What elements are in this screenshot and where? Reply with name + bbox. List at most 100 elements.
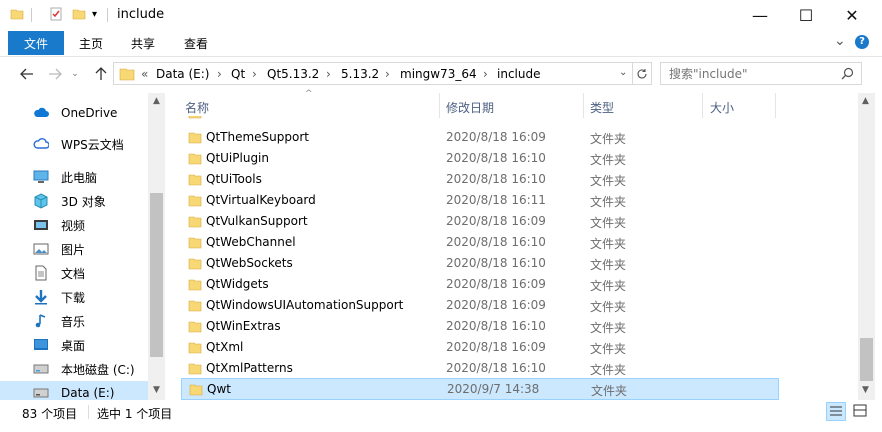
expand-ribbon-icon[interactable]: ⌄ [834,33,846,49]
forward-button[interactable] [45,64,65,84]
nav-item-drive-c[interactable]: 本地磁盘 (C:) [0,357,148,381]
file-name: QtWebSockets [206,256,293,270]
up-button[interactable] [91,64,111,84]
table-row[interactable]: QtUiPlugin 2020/8/18 16:10 文件夹 [181,148,779,169]
nav-label: 3D 对象 [61,194,106,209]
scroll-up-icon[interactable]: ▲ [862,96,869,106]
tab-file[interactable]: 文件 [8,31,64,55]
file-name: QtWindowsUIAutomationSupport [206,298,404,312]
breadcrumb-separator[interactable]: › [252,67,257,81]
new-folder-icon[interactable] [72,7,86,21]
file-type: 文件夹 [590,216,627,230]
maximize-button[interactable]: ☐ [783,0,829,31]
file-date: 2020/8/18 16:09 [446,130,546,144]
column-name[interactable]: 名称 [185,99,209,116]
address-dropdown-icon[interactable]: ⌄ [619,67,627,78]
table-row[interactable]: QtWebChannel 2020/8/18 16:10 文件夹 [181,232,779,253]
search-icon[interactable] [841,67,854,80]
file-type: 文件夹 [590,363,627,377]
document-icon [35,265,47,281]
navigation-pane: OneDrive WPS云文档 此电脑 3D 对象 视频 图片 文档 下载 音乐… [0,93,165,400]
large-icons-view-button[interactable] [851,402,871,421]
help-icon[interactable]: ? [855,35,869,49]
file-date: 2020/8/18 16:10 [446,151,546,165]
search-input[interactable] [660,62,862,85]
scroll-thumb[interactable] [150,193,163,357]
nav-item-downloads[interactable]: 下载 [0,285,148,309]
breadcrumb-mingw73-64[interactable]: mingw73_64 [400,67,477,81]
address-bar[interactable]: « Data (E:) › Qt › Qt5.13.2 › 5.13.2 › m… [113,62,633,85]
tab-home[interactable]: 主页 [79,31,103,55]
table-row[interactable]: QtVirtualKeyboard 2020/8/18 16:11 文件夹 [181,190,779,211]
table-row[interactable]: QtWindowsUIAutomationSupport 2020/8/18 1… [181,295,779,316]
table-row[interactable]: QtWinExtras 2020/8/18 16:10 文件夹 [181,316,779,337]
table-row[interactable]: QtWebSockets 2020/8/18 16:10 文件夹 [181,253,779,274]
nav-item-pictures[interactable]: 图片 [0,237,148,261]
table-row[interactable]: QtUiTools 2020/8/18 16:10 文件夹 [181,169,779,190]
table-row-selected[interactable]: Qwt 2020/9/7 14:38 文件夹 [181,378,779,400]
column-header: ^ 名称 修改日期 类型 大小 [165,89,858,118]
close-button[interactable]: ✕ [829,0,875,31]
table-row[interactable]: QtWidgets 2020/8/18 16:09 文件夹 [181,274,779,295]
folder-icon [10,9,24,20]
scroll-down-icon[interactable]: ▼ [862,385,869,395]
nav-item-onedrive[interactable]: OneDrive [0,101,148,125]
table-row-partial[interactable] [181,116,779,122]
column-divider[interactable] [583,93,584,118]
tab-view[interactable]: 查看 [184,31,208,55]
column-divider[interactable] [702,93,703,118]
nav-item-documents[interactable]: 文档 [0,261,148,285]
table-row[interactable]: QtVulkanSupport 2020/8/18 16:09 文件夹 [181,211,779,232]
breadcrumb-separator[interactable]: › [326,67,331,81]
table-row[interactable]: QtXmlPatterns 2020/8/18 16:10 文件夹 [181,358,779,379]
file-name: QtXml [206,340,244,354]
breadcrumb-include[interactable]: include [497,67,540,81]
file-list-scrollbar[interactable]: ▲ ▼ [858,93,875,400]
table-row[interactable]: QtThemeSupport 2020/8/18 16:09 文件夹 [181,127,779,148]
column-divider[interactable] [439,93,440,118]
nav-item-wps-cloud[interactable]: WPS云文档 [0,132,148,156]
nav-item-desktop[interactable]: 桌面 [0,333,148,357]
cube-3d-icon [34,193,48,209]
nav-item-drive-e[interactable]: Data (E:) [0,381,148,400]
customize-quick-access-icon[interactable]: ▾ [92,9,97,20]
column-date[interactable]: 修改日期 [446,99,494,116]
breadcrumb-qt5132[interactable]: Qt5.13.2 [267,67,319,81]
breadcrumb-separator[interactable]: › [217,67,222,81]
properties-icon[interactable] [49,7,63,21]
nav-label: 音乐 [61,314,86,329]
desktop-icon [34,339,48,350]
table-row[interactable]: QtXml 2020/8/18 16:09 文件夹 [181,337,779,358]
file-type: 文件夹 [590,132,627,146]
nav-item-videos[interactable]: 视频 [0,213,148,237]
breadcrumb-overflow[interactable]: « [141,67,148,81]
nav-item-this-pc[interactable]: 此电脑 [0,165,148,189]
file-type: 文件夹 [590,153,627,167]
recent-locations-icon[interactable]: ⌄ [68,64,82,84]
refresh-button[interactable] [632,62,652,85]
breadcrumb-separator[interactable]: › [483,67,488,81]
breadcrumb-5132[interactable]: 5.13.2 [341,67,379,81]
selection-count: 选中 1 个项目 [97,407,173,421]
arrow-up-icon [95,67,107,80]
folder-icon [188,258,202,270]
column-type[interactable]: 类型 [590,99,614,116]
back-button[interactable] [17,64,37,84]
tab-share[interactable]: 共享 [131,31,155,55]
scroll-up-icon[interactable]: ▲ [153,96,160,106]
file-date: 2020/8/18 16:10 [446,235,546,249]
details-view-button[interactable] [826,402,846,421]
breadcrumb-qt[interactable]: Qt [231,67,245,81]
nav-scrollbar[interactable]: ▲ ▼ [148,93,165,400]
breadcrumb-separator[interactable]: › [385,67,390,81]
nav-item-3d-objects[interactable]: 3D 对象 [0,189,148,213]
file-date: 2020/8/18 16:09 [446,340,546,354]
column-divider[interactable] [775,93,776,118]
item-count: 83 个项目 [22,407,78,421]
scroll-thumb[interactable] [860,338,873,381]
minimize-button[interactable]: — [737,0,783,31]
column-size[interactable]: 大小 [710,99,734,116]
nav-item-music[interactable]: 音乐 [0,309,148,333]
breadcrumb-data-e[interactable]: Data (E:) [156,67,209,81]
scroll-down-icon[interactable]: ▼ [153,385,160,395]
